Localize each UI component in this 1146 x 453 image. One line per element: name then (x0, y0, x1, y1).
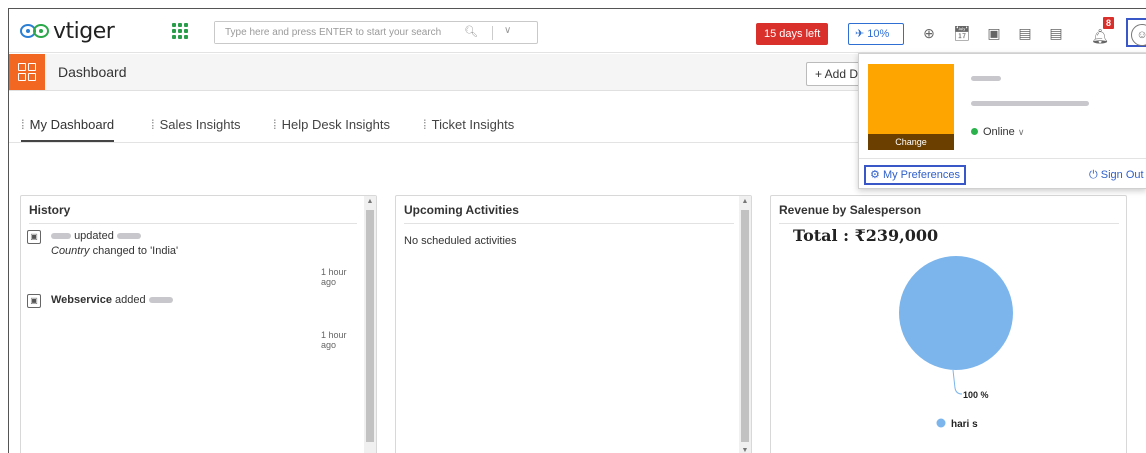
sign-out-link[interactable]: ⏻︎ Sign Out (1089, 169, 1144, 182)
user-profile-popup: Change Online ∨ ⚙ My Preferences ⏻︎ Sign… (858, 53, 1146, 189)
add-circle-icon[interactable]: ⊕ (920, 24, 938, 42)
rocket-icon: ✈︎ (855, 28, 865, 40)
dashboard-grid-icon[interactable] (9, 54, 45, 90)
contact-card-icon: ▣ (27, 294, 41, 308)
redacted-text (148, 297, 173, 304)
notes-icon[interactable]: ▤ (1047, 24, 1065, 42)
vtiger-logo[interactable]: vtiger (19, 18, 115, 44)
pie-chart: 100 % hari s (899, 256, 1013, 430)
signout-label: Sign Out (1100, 169, 1144, 181)
reports-icon[interactable]: ▤ (1016, 24, 1034, 42)
drag-handle-icon: ⁞ (21, 117, 25, 132)
history-text: Webservice added (51, 294, 173, 306)
history-detail: Country changed to 'India' (51, 245, 178, 257)
status-label: Online (983, 126, 1015, 138)
tab-label: Help Desk Insights (281, 117, 391, 132)
scroll-thumb[interactable] (741, 210, 749, 442)
avatar: Change (868, 64, 954, 150)
chevron-down-icon[interactable]: ∨ (504, 25, 511, 36)
widget-title: History (29, 203, 71, 217)
user-menu-button[interactable]: ☺ (1126, 18, 1146, 47)
tab-help-desk-insights[interactable]: ⁞ Help Desk Insights (273, 117, 390, 142)
drag-handle-icon: ⁞ (273, 117, 277, 132)
widget-divider (29, 223, 357, 224)
popup-divider (859, 158, 1146, 159)
trial-days-badge[interactable]: 15 days left (756, 23, 829, 45)
history-field: Country (51, 245, 90, 257)
widget-title: Upcoming Activities (404, 203, 519, 217)
list-item: ▣ Webservice added 1 hour ago (27, 294, 357, 350)
slice-data-label: 100 % (963, 390, 989, 400)
scroll-down-icon[interactable]: ▼ (739, 447, 751, 453)
history-change: changed to 'India' (92, 245, 179, 257)
tab-my-dashboard[interactable]: ⁞ My Dashboard (21, 117, 115, 142)
pie-slice[interactable] (899, 256, 1013, 370)
preferences-label: My Preferences (882, 169, 960, 181)
tab-sales-insights[interactable]: ⁞ Sales Insights (151, 117, 241, 142)
legend-label[interactable]: hari s (951, 419, 978, 430)
redacted-text (51, 233, 71, 240)
notification-count-badge: 8 (1103, 17, 1114, 29)
scroll-thumb[interactable] (366, 210, 374, 442)
widget-divider (404, 223, 734, 224)
timestamp: 1 hour ago (321, 330, 347, 350)
upcoming-activities-widget: Upcoming Activities No scheduled activit… (395, 195, 752, 453)
history-text: updated (51, 230, 141, 242)
tab-label: My Dashboard (29, 117, 115, 132)
tab-ticket-insights[interactable]: ⁞ Ticket Insights (423, 117, 514, 142)
tab-label: Ticket Insights (431, 117, 515, 132)
scroll-up-icon[interactable]: ▲ (739, 198, 751, 205)
scrollbar[interactable]: ▲ ▼ (739, 196, 751, 453)
search-divider (492, 26, 493, 40)
empty-state-text: No scheduled activities (404, 235, 517, 247)
legend-marker[interactable] (936, 418, 946, 428)
history-action: added (115, 294, 146, 306)
bell-icon[interactable]: 🔔︎ (1091, 27, 1109, 45)
revenue-by-salesperson-widget: Revenue by Salesperson Total : ₹239,000 … (770, 195, 1127, 453)
chevron-down-icon: ∨ (1017, 127, 1025, 137)
logo-text: vtiger (53, 18, 115, 44)
page-title: Dashboard (58, 64, 127, 80)
calendar-icon[interactable]: 📅︎ (953, 24, 971, 42)
scrollbar[interactable]: ▲ (364, 196, 376, 453)
list-item: ▣ updated Country changed to 'India' 1 h… (27, 230, 357, 287)
change-avatar-button[interactable]: Change (868, 134, 954, 150)
search-input[interactable] (215, 22, 465, 43)
status-dropdown[interactable]: Online ∨ (971, 126, 1024, 138)
redacted-text (116, 233, 141, 240)
widget-title: Revenue by Salesperson (779, 203, 922, 217)
gear-icon: ⚙ (870, 169, 880, 181)
history-actor: Webservice (51, 294, 112, 306)
redacted-username (971, 76, 1001, 81)
power-icon: ⏻︎ (1089, 169, 1098, 181)
drag-handle-icon: ⁞ (423, 117, 427, 132)
app-menu-icon[interactable] (172, 23, 188, 39)
app-frame: vtiger 🔍︎ ∨ 15 days left ✈︎ 10% ⊕ 📅︎ ▣ ▤… (8, 8, 1146, 453)
tab-label: Sales Insights (159, 117, 241, 132)
my-preferences-link[interactable]: ⚙ My Preferences (864, 165, 966, 185)
history-action: updated (74, 230, 114, 242)
timestamp: 1 hour ago (321, 267, 347, 287)
redacted-email (971, 101, 1089, 106)
add-dashboard-button[interactable]: + Add D (806, 62, 866, 86)
slice-connector (952, 369, 963, 395)
history-widget: History ▣ updated Country changed to 'In… (20, 195, 377, 453)
search-icon[interactable]: 🔍︎ (464, 25, 478, 38)
inbox-icon[interactable]: ▣ (985, 24, 1003, 42)
progress-value: 10% (867, 28, 890, 40)
top-navbar: vtiger 🔍︎ ∨ 15 days left ✈︎ 10% ⊕ 📅︎ ▣ ▤… (9, 9, 1146, 53)
global-search: 🔍︎ ∨ (214, 21, 538, 44)
online-status-icon (971, 128, 978, 135)
scroll-up-icon[interactable]: ▲ (364, 198, 376, 205)
contact-card-icon: ▣ (27, 230, 41, 244)
vtiger-logo-icon (20, 24, 49, 38)
drag-handle-icon: ⁞ (151, 117, 155, 132)
onboarding-progress-button[interactable]: ✈︎ 10% (848, 23, 904, 45)
user-icon: ☺ (1131, 24, 1146, 46)
